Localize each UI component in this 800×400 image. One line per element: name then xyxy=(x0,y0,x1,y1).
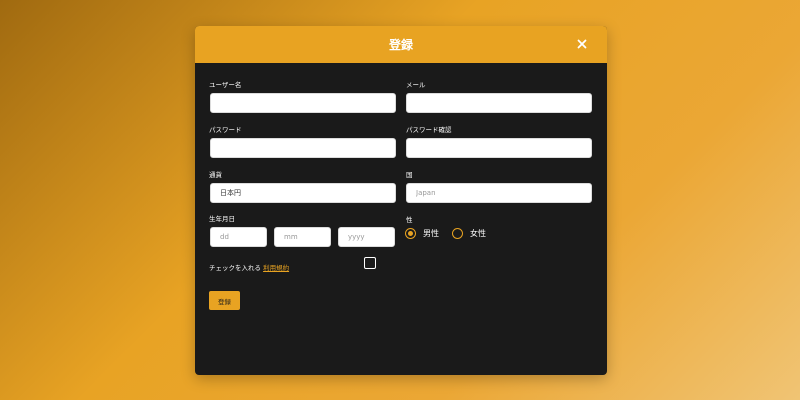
gender-female-label: 女性 xyxy=(470,229,486,238)
submit-button[interactable]: 登録 xyxy=(209,291,240,310)
birth-day-input[interactable] xyxy=(210,227,267,247)
terms-link[interactable]: 利用規約 xyxy=(263,264,289,272)
birth-month-input[interactable] xyxy=(274,227,331,247)
birth-year-input[interactable] xyxy=(338,227,395,247)
modal-title: 登録 xyxy=(388,38,413,52)
radio-male[interactable] xyxy=(405,228,416,239)
username-input[interactable] xyxy=(210,93,396,113)
currency-label: 通貨 xyxy=(209,171,222,179)
radio-selected-dot xyxy=(408,231,413,236)
email-input[interactable] xyxy=(406,93,592,113)
password-confirm-label: パスワード確認 xyxy=(406,126,452,134)
registration-modal: 登録 ユーザー名 メール パスワード パスワード確認 通貨 国 生年月日 性 男… xyxy=(195,26,607,375)
terms-text: チェックを入れる 利用規約 xyxy=(209,262,289,272)
close-icon xyxy=(577,39,587,49)
terms-checkbox[interactable] xyxy=(364,257,376,269)
username-label: ユーザー名 xyxy=(209,81,242,89)
gender-option-male[interactable]: 男性 xyxy=(405,228,439,239)
email-label: メール xyxy=(406,81,426,89)
close-button[interactable] xyxy=(573,35,591,53)
country-input[interactable] xyxy=(406,183,592,203)
gender-option-female[interactable]: 女性 xyxy=(452,228,486,239)
birthdate-label: 生年月日 xyxy=(209,215,235,223)
password-input[interactable] xyxy=(210,138,396,158)
password-label: パスワード xyxy=(209,126,242,134)
gender-male-label: 男性 xyxy=(423,229,439,238)
currency-input[interactable] xyxy=(210,183,396,203)
password-confirm-input[interactable] xyxy=(406,138,592,158)
terms-prefix: チェックを入れる xyxy=(209,264,261,272)
gender-label: 性 xyxy=(406,216,413,224)
country-label: 国 xyxy=(406,171,413,179)
modal-header: 登録 xyxy=(195,26,607,63)
radio-female[interactable] xyxy=(452,228,463,239)
